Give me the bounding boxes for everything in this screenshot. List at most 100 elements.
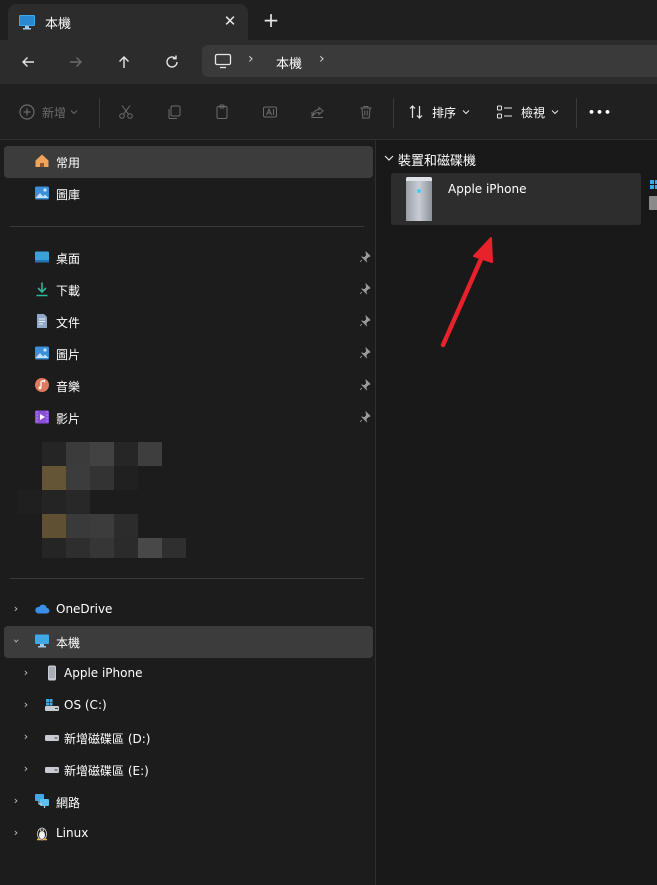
tab-this-pc[interactable]: 本機 ✕	[8, 4, 248, 40]
copy-icon	[168, 105, 181, 119]
sidebar-item-network[interactable]: › 網路	[4, 786, 373, 818]
scissors-icon	[119, 105, 133, 119]
group-header-devices[interactable]: 裝置和磁碟機	[398, 150, 476, 169]
more-icon: •••	[587, 105, 613, 119]
sort-button[interactable]: 排序	[408, 98, 484, 126]
sidebar-item-label: 下載	[56, 284, 81, 298]
sidebar-item-label: 桌面	[56, 252, 81, 266]
breadcrumb-this-pc[interactable]: 本機	[276, 53, 302, 72]
chevron-right-icon[interactable]: ›	[20, 762, 32, 776]
trash-icon	[360, 106, 372, 119]
sidebar-item-onedrive[interactable]: › OneDrive	[4, 594, 373, 626]
device-tile-apple-iphone[interactable]: Apple iPhone	[391, 173, 641, 225]
chevron-down-icon	[551, 110, 559, 115]
sidebar-item-documents[interactable]: 文件	[4, 306, 373, 338]
forward-button[interactable]	[60, 46, 92, 78]
cloud-icon	[35, 604, 50, 614]
sidebar-item-os-c[interactable]: › OS (C:)	[4, 690, 373, 722]
chevron-right-icon[interactable]: ›	[10, 602, 22, 616]
phone-device-icon	[406, 177, 432, 221]
sidebar-item-gallery[interactable]: 圖庫	[4, 178, 373, 210]
view-button[interactable]: 檢視	[496, 98, 566, 126]
download-icon	[36, 282, 48, 297]
drive-icon	[45, 767, 59, 773]
sidebar-item-label: 圖庫	[56, 188, 81, 202]
sidebar-item-home[interactable]: 常用	[4, 146, 373, 178]
sidebar-item-apple-iphone[interactable]: › Apple iPhone	[4, 658, 373, 690]
pin-icon[interactable]	[359, 411, 371, 423]
sidebar-item-videos[interactable]: 影片	[4, 402, 373, 434]
address-bar[interactable]: › 本機 ›	[202, 45, 657, 77]
pictures-icon	[35, 346, 49, 360]
close-tab-button[interactable]: ✕	[220, 11, 240, 31]
delete-button[interactable]	[354, 98, 378, 126]
view-list-icon	[497, 105, 512, 119]
home-icon	[35, 154, 49, 167]
pin-icon[interactable]	[359, 347, 371, 359]
video-icon	[35, 410, 49, 424]
device-name: Apple iPhone	[448, 182, 527, 196]
linux-icon	[37, 827, 47, 841]
paste-button[interactable]	[210, 98, 234, 126]
chevron-down-icon[interactable]	[383, 152, 395, 164]
sidebar-item-linux[interactable]: › Linux	[4, 818, 373, 850]
sidebar-item-drive-e[interactable]: › 新增磁碟區 (E:)	[4, 754, 373, 786]
breadcrumb-separator[interactable]: ›	[248, 51, 254, 67]
sidebar-item-this-pc[interactable]: › 本機	[4, 626, 373, 658]
sort-label: 排序	[432, 105, 457, 120]
rename-button[interactable]	[258, 98, 282, 126]
chevron-down-icon	[70, 110, 78, 115]
breadcrumb-separator[interactable]: ›	[319, 51, 325, 67]
sidebar-item-label: 影片	[56, 412, 81, 426]
pin-icon[interactable]	[359, 251, 371, 263]
more-options-button[interactable]: •••	[588, 98, 612, 126]
new-label: 新增	[42, 105, 67, 120]
pin-icon[interactable]	[359, 379, 371, 391]
pin-icon[interactable]	[359, 283, 371, 295]
arrow-up-icon	[119, 56, 129, 68]
sidebar-item-music[interactable]: 音樂	[4, 370, 373, 402]
sidebar-item-pictures[interactable]: 圖片	[4, 338, 373, 370]
chevron-right-icon[interactable]: ›	[10, 794, 22, 808]
rename-icon	[263, 106, 277, 118]
new-button[interactable]: 新增	[18, 98, 88, 126]
sidebar-item-downloads[interactable]: 下載	[4, 274, 373, 306]
copy-button[interactable]	[162, 98, 186, 126]
share-icon	[311, 106, 324, 118]
sidebar-item-label: 常用	[56, 156, 81, 170]
arrow-right-icon	[70, 57, 82, 67]
up-button[interactable]	[108, 46, 140, 78]
monitor-icon	[214, 53, 232, 69]
plus-circle-icon	[19, 104, 35, 120]
title-bar: 本機 ✕ +	[0, 0, 657, 40]
chevron-right-icon[interactable]: ›	[20, 730, 32, 744]
sidebar-item-label: 圖片	[56, 348, 81, 362]
sidebar-item-drive-d[interactable]: › 新增磁碟區 (D:)	[4, 722, 373, 754]
sidebar-divider	[10, 578, 364, 579]
cut-button[interactable]	[114, 98, 138, 126]
sidebar-item-label: OneDrive	[56, 602, 113, 616]
navigation-bar: › 本機 ›	[0, 40, 657, 84]
partial-drive-icon[interactable]	[649, 178, 657, 212]
refresh-icon	[166, 55, 178, 68]
pixelated-redaction	[18, 440, 188, 560]
chevron-right-icon[interactable]: ›	[10, 826, 22, 840]
gallery-icon	[35, 186, 49, 200]
sidebar-item-label: 本機	[56, 636, 81, 650]
sidebar-item-label: OS (C:)	[64, 698, 107, 712]
share-button[interactable]	[306, 98, 330, 126]
chevron-right-icon[interactable]: ›	[20, 666, 32, 680]
back-button[interactable]	[12, 46, 44, 78]
chevron-right-icon[interactable]: ›	[20, 698, 32, 712]
sidebar-item-desktop[interactable]: 桌面	[4, 242, 373, 274]
toolbar-divider	[99, 98, 100, 128]
chevron-down-icon[interactable]: ›	[9, 635, 23, 647]
pin-icon[interactable]	[359, 315, 371, 327]
refresh-button[interactable]	[156, 46, 188, 78]
annotation-arrow	[440, 237, 493, 348]
arrow-left-icon	[22, 57, 34, 67]
content-pane: 裝置和磁碟機 Apple iPhone	[377, 140, 657, 885]
new-tab-button[interactable]: +	[259, 9, 283, 33]
sidebar-divider	[10, 226, 364, 227]
toolbar-divider	[393, 98, 394, 128]
